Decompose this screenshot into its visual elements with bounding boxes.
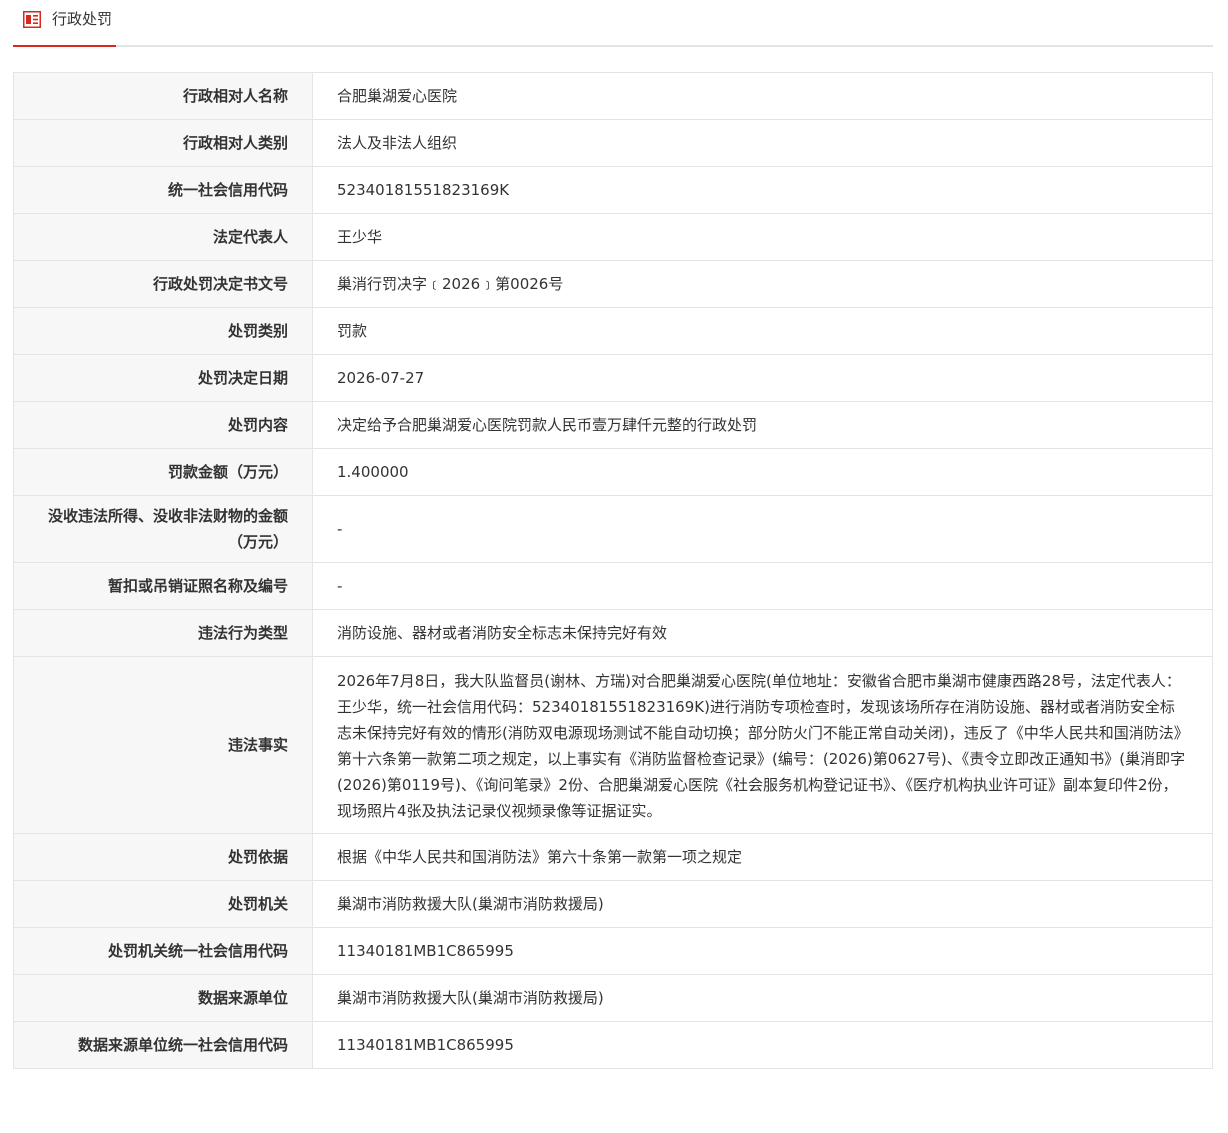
table-row: 统一社会信用代码 52340181551823169K (13, 166, 1213, 214)
field-label: 处罚内容 (13, 401, 313, 449)
table-row: 数据来源单位统一社会信用代码 11340181MB1C865995 (13, 1021, 1213, 1069)
field-value: 王少华 (312, 213, 1213, 261)
table-row: 行政相对人名称 合肥巢湖爱心医院 (13, 72, 1213, 120)
field-label: 处罚依据 (13, 833, 313, 881)
table-row: 没收违法所得、没收非法财物的金额（万元） - (13, 495, 1213, 563)
field-label: 数据来源单位统一社会信用代码 (13, 1021, 313, 1069)
field-value: 11340181MB1C865995 (312, 927, 1213, 975)
table-row: 违法事实 2026年7月8日，我大队监督员(谢林、方瑞)对合肥巢湖爱心医院(单位… (13, 656, 1213, 834)
field-label: 法定代表人 (13, 213, 313, 261)
field-label: 罚款金额（万元） (13, 448, 313, 496)
field-label: 统一社会信用代码 (13, 166, 313, 214)
table-row: 处罚机关统一社会信用代码 11340181MB1C865995 (13, 927, 1213, 975)
field-label: 数据来源单位 (13, 974, 313, 1022)
table-row: 处罚决定日期 2026-07-27 (13, 354, 1213, 402)
field-label: 违法行为类型 (13, 609, 313, 657)
field-value: - (312, 495, 1213, 563)
field-value: 消防设施、器材或者消防安全标志未保持完好有效 (312, 609, 1213, 657)
document-list-icon (23, 11, 41, 28)
field-label: 行政处罚决定书文号 (13, 260, 313, 308)
field-label: 处罚机关 (13, 880, 313, 928)
table-row: 罚款金额（万元） 1.400000 (13, 448, 1213, 496)
field-label: 行政相对人类别 (13, 119, 313, 167)
field-value: 11340181MB1C865995 (312, 1021, 1213, 1069)
field-value: - (312, 562, 1213, 610)
table-row: 数据来源单位 巢湖市消防救援大队(巢湖市消防救援局) (13, 974, 1213, 1022)
tab-administrative-penalty[interactable]: 行政处罚 (13, 0, 116, 47)
table-row: 处罚机关 巢湖市消防救援大队(巢湖市消防救援局) (13, 880, 1213, 928)
table-row: 处罚类别 罚款 (13, 307, 1213, 355)
field-value: 2026-07-27 (312, 354, 1213, 402)
field-value: 巢消行罚决字﹝2026﹞第0026号 (312, 260, 1213, 308)
field-label: 处罚类别 (13, 307, 313, 355)
field-label: 违法事实 (13, 656, 313, 834)
table-row: 违法行为类型 消防设施、器材或者消防安全标志未保持完好有效 (13, 609, 1213, 657)
table-row: 暂扣或吊销证照名称及编号 - (13, 562, 1213, 610)
field-value: 2026年7月8日，我大队监督员(谢林、方瑞)对合肥巢湖爱心医院(单位地址：安徽… (312, 656, 1213, 834)
field-value: 52340181551823169K (312, 166, 1213, 214)
field-label: 暂扣或吊销证照名称及编号 (13, 562, 313, 610)
table-row: 处罚依据 根据《中华人民共和国消防法》第六十条第一款第一项之规定 (13, 833, 1213, 881)
field-value: 巢湖市消防救援大队(巢湖市消防救援局) (312, 880, 1213, 928)
table-row: 行政相对人类别 法人及非法人组织 (13, 119, 1213, 167)
penalty-info-table: 行政相对人名称 合肥巢湖爱心医院 行政相对人类别 法人及非法人组织 统一社会信用… (13, 72, 1213, 1069)
field-value: 1.400000 (312, 448, 1213, 496)
field-value: 合肥巢湖爱心医院 (312, 72, 1213, 120)
field-value: 决定给予合肥巢湖爱心医院罚款人民币壹万肆仟元整的行政处罚 (312, 401, 1213, 449)
field-value: 巢湖市消防救援大队(巢湖市消防救援局) (312, 974, 1213, 1022)
field-value: 法人及非法人组织 (312, 119, 1213, 167)
table-row: 法定代表人 王少华 (13, 213, 1213, 261)
field-label: 处罚决定日期 (13, 354, 313, 402)
field-value: 罚款 (312, 307, 1213, 355)
field-label: 行政相对人名称 (13, 72, 313, 120)
field-label: 没收违法所得、没收非法财物的金额（万元） (13, 495, 313, 563)
table-row: 行政处罚决定书文号 巢消行罚决字﹝2026﹞第0026号 (13, 260, 1213, 308)
table-row: 处罚内容 决定给予合肥巢湖爱心医院罚款人民币壹万肆仟元整的行政处罚 (13, 401, 1213, 449)
field-label: 处罚机关统一社会信用代码 (13, 927, 313, 975)
field-value: 根据《中华人民共和国消防法》第六十条第一款第一项之规定 (312, 833, 1213, 881)
tab-label: 行政处罚 (52, 10, 113, 28)
tab-bar: 行政处罚 (13, 0, 1213, 47)
